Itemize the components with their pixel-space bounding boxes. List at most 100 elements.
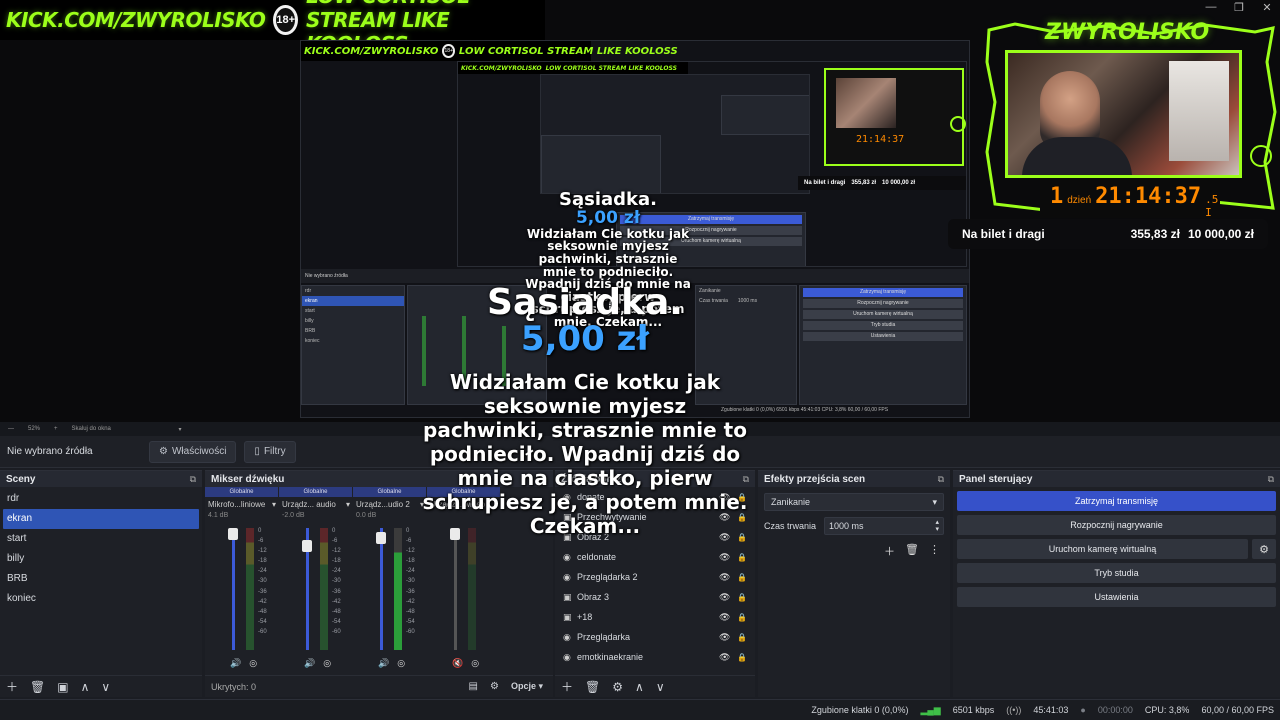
scene-item-billy[interactable]: billy	[0, 549, 202, 569]
volume-knob[interactable]	[228, 528, 238, 540]
layout-icon[interactable]: ▤	[469, 681, 478, 692]
scene-item-ekran[interactable]: ekran	[3, 509, 199, 529]
source-item[interactable]: ◉ Przeglądarka 👁 🔒	[555, 627, 755, 647]
source-item[interactable]: ◉ emotkinaekranie 👁 🔒	[555, 647, 755, 667]
chevron-down-icon[interactable]: ▾	[346, 500, 350, 509]
properties-button[interactable]: ⚙ Właściwości	[149, 440, 237, 463]
tick: -24	[332, 568, 341, 575]
nested-scene-item: BRB	[305, 328, 316, 334]
nested-goal-current: 355,83 zł	[851, 180, 877, 186]
zoom-out-icon[interactable]: —	[8, 426, 14, 432]
tick: -36	[332, 588, 341, 595]
move-down-icon[interactable]: ∨	[656, 680, 665, 694]
add-icon[interactable]: ＋	[884, 543, 895, 559]
bitrate: 6501 kbps	[952, 705, 995, 715]
studio-mode-button[interactable]: Tryb studia	[957, 563, 1276, 583]
eye-icon[interactable]: 👁	[719, 632, 737, 643]
headphones-icon[interactable]: ◎	[471, 658, 479, 669]
source-item[interactable]: ◉ celdonate 👁 🔒	[555, 547, 755, 567]
more-icon[interactable]: ⋮	[929, 543, 940, 559]
speaker-icon[interactable]: 🔊	[304, 658, 315, 669]
scene-item-koniec[interactable]: koniec	[0, 589, 202, 609]
source-label: Przeglądarka 2	[577, 572, 638, 582]
volume-slider[interactable]	[454, 528, 457, 650]
eye-icon[interactable]: 👁	[719, 612, 737, 623]
filters-button[interactable]: ▯ Filtry	[244, 440, 296, 463]
move-up-icon[interactable]: ∧	[635, 680, 644, 694]
overlay-banner: KICK.COM/ZWYROLISKO 18+ LOW CORTISOL STR…	[0, 0, 545, 56]
close-icon[interactable]: ✕	[1260, 1, 1274, 14]
trash-icon[interactable]: 🗑	[585, 680, 600, 694]
popout-icon[interactable]: ⧉	[938, 474, 944, 485]
scene-item-start[interactable]: start	[0, 529, 202, 549]
minimize-icon[interactable]: —	[1204, 1, 1218, 13]
preview-canvas[interactable]: — ❐ ✕ KICK.COM/ZWYROLISKO 18+ LOW CORTIS…	[0, 0, 1280, 422]
lock-icon[interactable]: 🔒	[737, 613, 747, 622]
settings-icon[interactable]: ⚙	[490, 681, 499, 692]
nested-record-button: Rozpocznij nagrywanie	[803, 299, 963, 308]
move-up-icon[interactable]: ∧	[81, 680, 90, 694]
start-virtual-camera-button[interactable]: Uruchom kamerę wirtualną	[957, 539, 1248, 559]
add-icon[interactable]: ＋	[561, 678, 573, 695]
scale-select[interactable]: Skaluj do okna ▾	[72, 426, 182, 433]
speaker-icon[interactable]: 🔊	[230, 658, 241, 669]
eye-icon[interactable]: 👁	[719, 552, 737, 563]
lock-icon[interactable]: 🔒	[737, 553, 747, 562]
stop-streaming-button[interactable]: Zatrzymaj transmisję	[957, 491, 1276, 511]
source-item[interactable]: ◉ Przeglądarka 2 👁 🔒	[555, 567, 755, 587]
headphones-icon[interactable]: ◎	[397, 658, 405, 669]
gear-icon[interactable]: ⚙	[1252, 539, 1276, 559]
source-item[interactable]: ▣ +18 👁 🔒	[555, 607, 755, 627]
browser-icon: ◉	[563, 571, 571, 582]
lock-icon[interactable]: 🔒	[737, 593, 747, 602]
options-button[interactable]: Opcje ▾	[511, 681, 543, 692]
record-icon: ●	[1080, 705, 1086, 715]
transition-select-value: Zanikanie	[771, 497, 811, 507]
mixer-footer: Ukrytych: 0 ▤ ⚙ Opcje ▾	[205, 675, 553, 697]
volume-slider[interactable]	[380, 528, 383, 650]
gear-icon[interactable]: ⚙	[612, 680, 623, 694]
gear-icon: ⚙	[159, 446, 168, 457]
popout-icon[interactable]: ⧉	[190, 474, 196, 485]
eye-icon[interactable]: 👁	[719, 592, 737, 603]
group-label: Globalne	[353, 487, 426, 497]
add-icon[interactable]: ＋	[6, 678, 18, 695]
group-label: Globalne	[205, 487, 278, 497]
scenes-footer: ＋ 🗑 ▣ ∧ ∨	[0, 675, 202, 697]
transition-select[interactable]: Zanikanie ▾	[764, 493, 944, 511]
zoom-percent: 52%	[28, 426, 41, 432]
trash-icon[interactable]: 🗑	[30, 680, 45, 694]
browser-icon: ◉	[563, 631, 571, 642]
duration-spinbox[interactable]: 1000 ms ▴ ▾	[824, 517, 944, 535]
volume-knob[interactable]	[376, 532, 386, 544]
headphones-icon[interactable]: ◎	[323, 658, 331, 669]
restore-icon[interactable]: ❐	[1232, 1, 1246, 14]
eye-icon[interactable]: 👁	[719, 652, 737, 663]
lock-icon[interactable]: 🔒	[737, 573, 747, 582]
popout-icon[interactable]: ⧉	[1268, 474, 1274, 485]
filter-icon[interactable]: ▣	[57, 680, 68, 694]
scene-item-rdr[interactable]: rdr	[0, 489, 202, 509]
spin-arrows-icon[interactable]: ▴ ▾	[935, 519, 939, 533]
move-down-icon[interactable]: ∨	[101, 680, 110, 694]
tick: 0	[258, 528, 262, 534]
nested-no-source: Nie wybrano źródła	[305, 273, 348, 279]
image-icon: ▣	[563, 591, 572, 602]
speaker-muted-icon[interactable]: 🔇	[452, 658, 463, 669]
source-item[interactable]: ▣ Obraz 3 👁 🔒	[555, 587, 755, 607]
zoom-in-icon[interactable]: +	[54, 426, 58, 432]
trash-icon[interactable]: 🗑	[905, 543, 919, 559]
settings-button[interactable]: Ustawienia	[957, 587, 1276, 607]
volume-slider[interactable]	[232, 528, 235, 650]
timer-sub: .5 I	[1205, 193, 1219, 219]
chevron-down-icon[interactable]: ▾	[272, 500, 276, 509]
start-recording-button[interactable]: Rozpocznij nagrywanie	[957, 515, 1276, 535]
volume-knob[interactable]	[302, 540, 312, 552]
scene-item-brb[interactable]: BRB	[0, 569, 202, 589]
lock-icon[interactable]: 🔒	[737, 633, 747, 642]
eye-icon[interactable]: 👁	[719, 572, 737, 583]
lock-icon[interactable]: 🔒	[737, 653, 747, 662]
headphones-icon[interactable]: ◎	[249, 658, 257, 669]
goal-target: 10 000,00 zł	[1187, 227, 1254, 241]
speaker-icon[interactable]: 🔊	[378, 658, 389, 669]
